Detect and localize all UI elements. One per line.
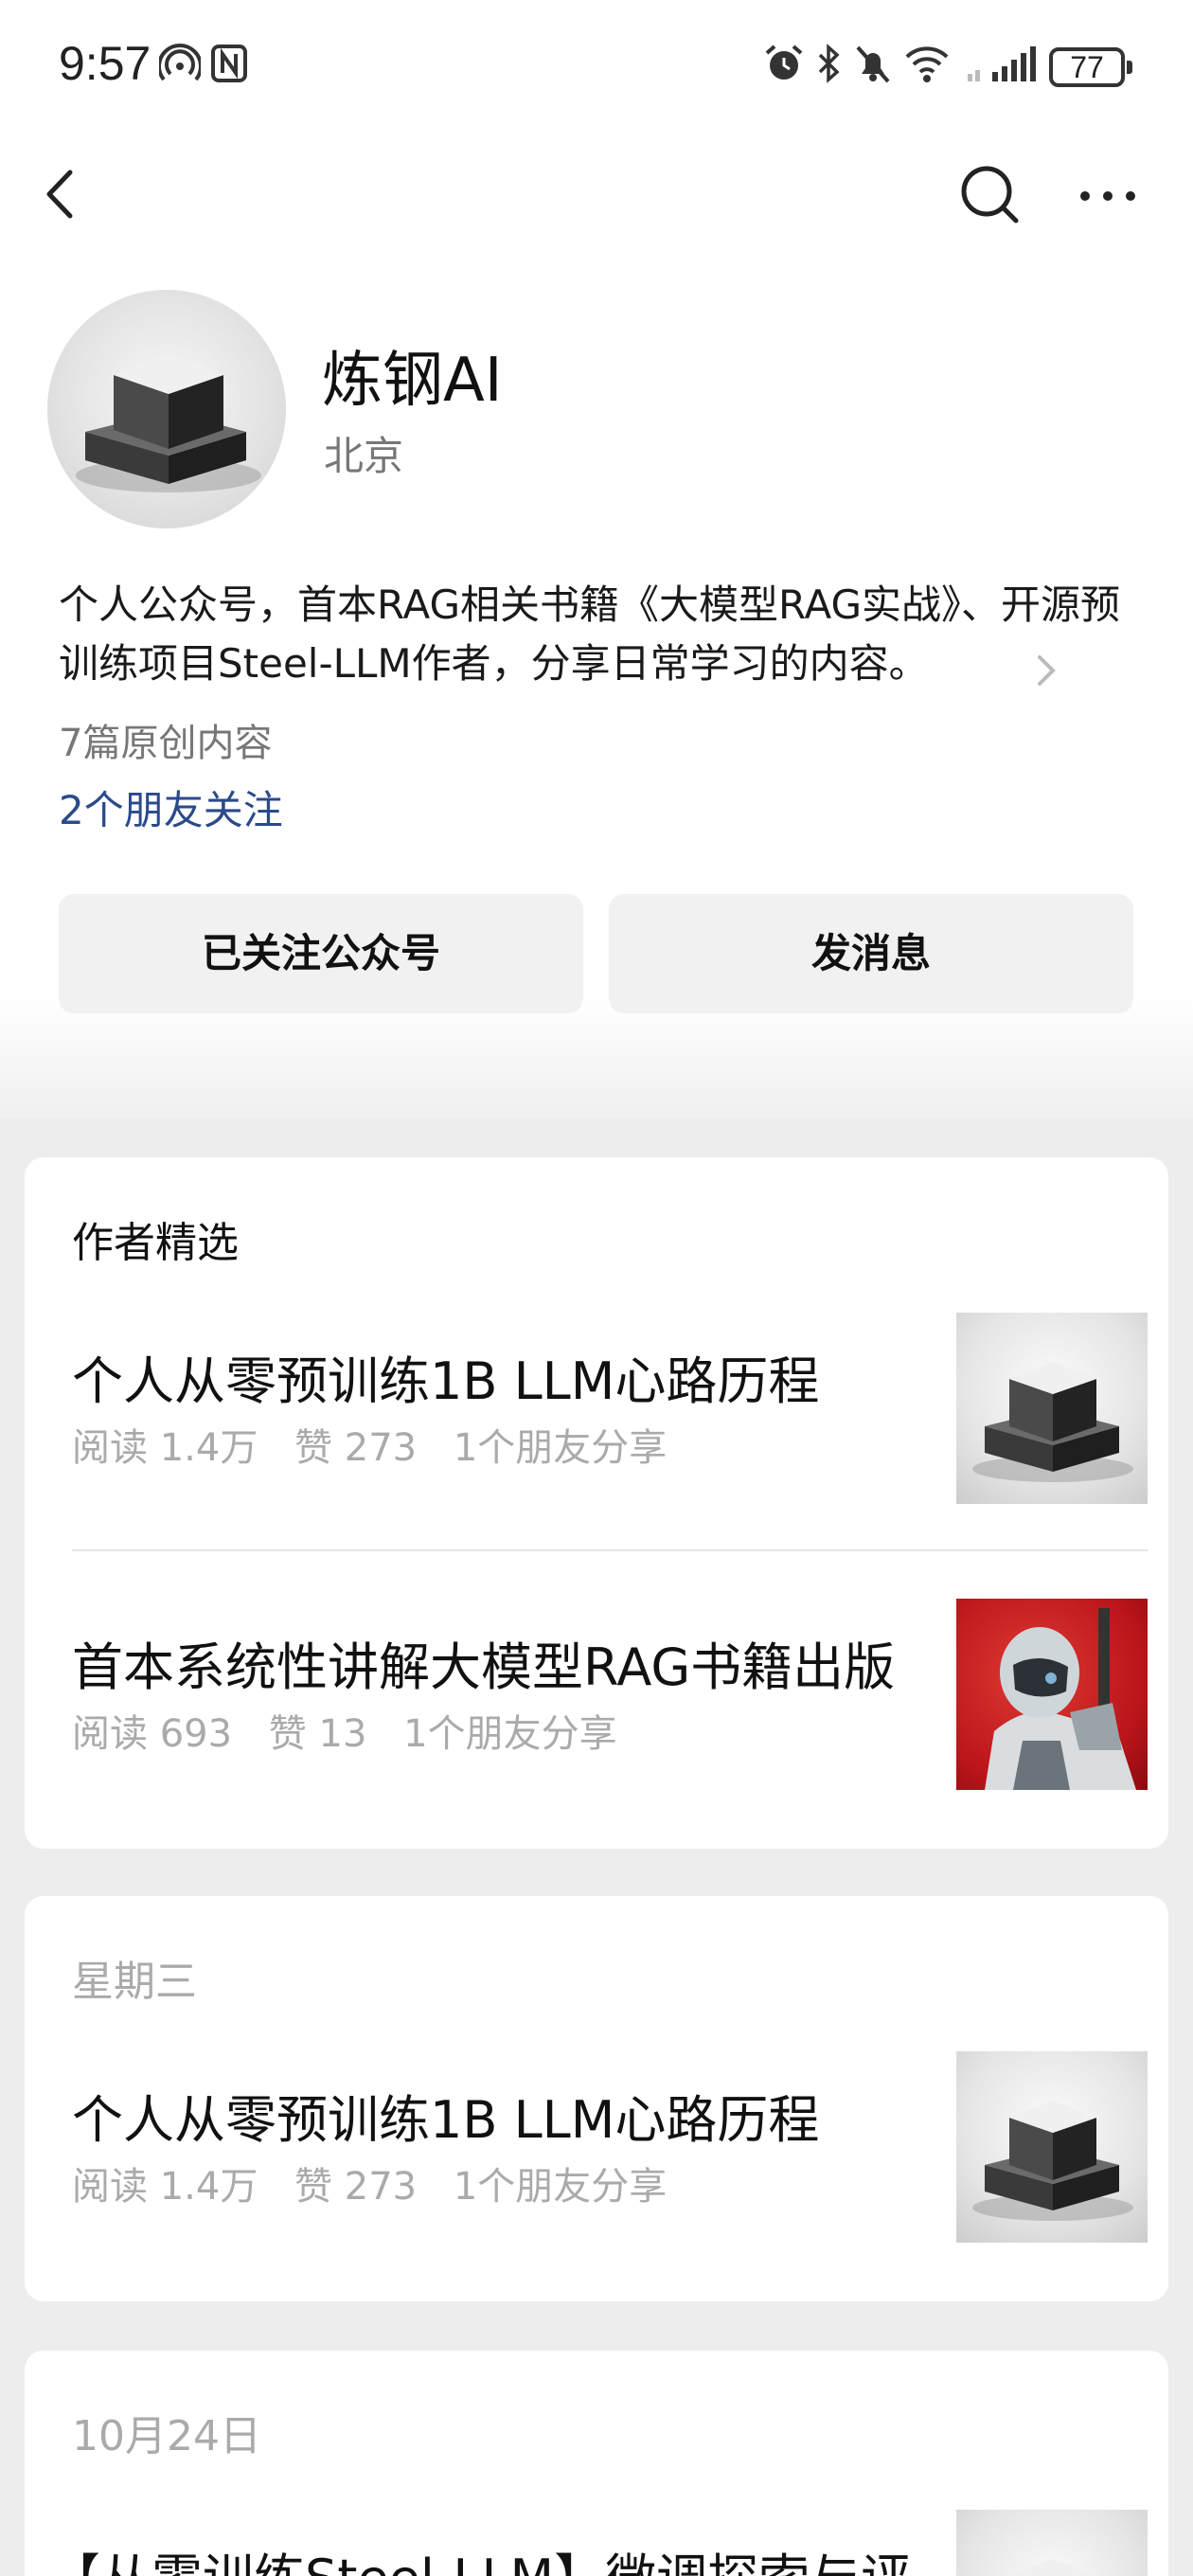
signal-icon	[968, 46, 1036, 81]
featured-articles-card: 作者精选 个人从零预训练1B LLM心路历程 阅读 1.4万 赞 273 1个朋…	[25, 1157, 1168, 1849]
article-title: 个人从零预训练1B LLM心路历程	[72, 2090, 820, 2150]
article-item[interactable]: 个人从零预训练1B LLM心路历程 阅读 1.4万 赞 273 1个朋友分享	[72, 2051, 1148, 2243]
article-shares: 1个朋友分享	[453, 2165, 668, 2209]
article-reads: 阅读 1.4万	[72, 1426, 258, 1470]
account-name: 炼钢AI	[322, 346, 503, 416]
followed-button[interactable]: 已关注公众号	[59, 894, 583, 1013]
date-header: 星期三	[72, 1958, 197, 2006]
divider	[72, 1549, 1148, 1551]
wifi-icon	[905, 46, 949, 82]
status-bar: 9:57 77	[0, 0, 1193, 137]
article-title: 【从零训练Steel-LLM】微调探索与评	[49, 2536, 912, 2576]
original-content-count[interactable]: 7篇原创内容	[59, 712, 272, 767]
account-location: 北京	[324, 433, 404, 479]
account-bio[interactable]: 个人公众号，首本RAG相关书籍《大模型RAG实战》、开源预训练项目Steel-L…	[59, 576, 1148, 693]
section-header: 作者精选	[72, 1219, 239, 1267]
article-meta: 阅读 693 赞 13 1个朋友分享	[72, 1703, 642, 1758]
article-shares: 1个朋友分享	[403, 1712, 617, 1756]
article-shares: 1个朋友分享	[453, 1426, 668, 1470]
alarm-icon	[765, 45, 803, 80]
article-title: 个人从零预训练1B LLM心路历程	[72, 1351, 820, 1411]
bluetooth-icon	[818, 44, 840, 83]
more-horizontal-icon	[1080, 191, 1135, 201]
article-reads: 阅读 693	[72, 1712, 233, 1756]
more-button[interactable]	[1075, 161, 1141, 227]
steel-cube-logo	[76, 354, 261, 492]
battery-indicator: 77	[1049, 47, 1132, 87]
search-icon	[961, 166, 1019, 224]
status-time: 9:57	[59, 37, 151, 90]
send-message-button[interactable]: 发消息	[609, 894, 1133, 1013]
article-group-card: 10月24日 【从零训练Steel-LLM】微调探索与评	[25, 2351, 1168, 2576]
article-thumbnail	[956, 2051, 1148, 2243]
chevron-left-icon	[46, 170, 73, 219]
article-title: 首本系统性讲解大模型RAG书籍出版	[72, 1637, 896, 1697]
mute-icon	[856, 45, 890, 83]
article-thumbnail	[956, 2510, 1148, 2576]
chevron-right-icon[interactable]	[1032, 652, 1060, 689]
back-button[interactable]	[28, 161, 95, 227]
friends-following-link[interactable]: 2个朋友关注	[59, 778, 283, 836]
article-meta: 阅读 1.4万 赞 273 1个朋友分享	[72, 1417, 691, 1472]
article-item[interactable]: 个人从零预训练1B LLM心路历程 阅读 1.4万 赞 273 1个朋友分享	[72, 1313, 1148, 1504]
article-likes: 赞 273	[294, 2165, 418, 2209]
nfc-icon	[211, 45, 247, 82]
article-item[interactable]: 【从零训练Steel-LLM】微调探索与评	[49, 2510, 1148, 2576]
avatar[interactable]	[47, 290, 286, 528]
article-group-card: 星期三 个人从零预训练1B LLM心路历程 阅读 1.4万 赞 273 1个朋友…	[25, 1896, 1168, 2301]
article-likes: 赞 273	[294, 1426, 418, 1470]
article-item[interactable]: 首本系统性讲解大模型RAG书籍出版 阅读 693 赞 13 1个朋友分享	[72, 1599, 1148, 1790]
hotspot-icon	[159, 44, 201, 81]
article-likes: 赞 13	[268, 1712, 367, 1756]
article-meta: 阅读 1.4万 赞 273 1个朋友分享	[72, 2156, 691, 2210]
article-thumbnail	[956, 1599, 1148, 1790]
article-thumbnail	[956, 1313, 1148, 1504]
date-header: 10月24日	[72, 2412, 261, 2460]
search-button[interactable]	[956, 161, 1023, 227]
article-reads: 阅读 1.4万	[72, 2165, 258, 2209]
